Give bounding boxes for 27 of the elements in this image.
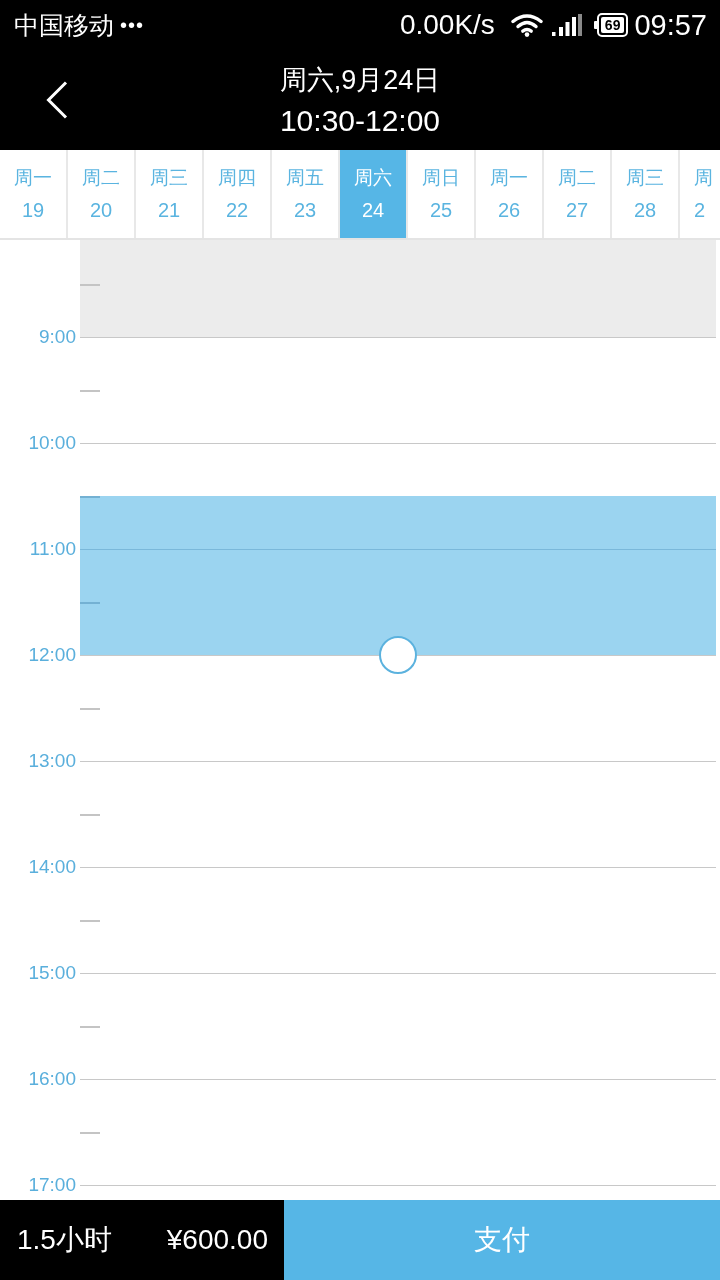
- header-time-range: 10:30-12:00: [279, 103, 441, 139]
- hour-label: 10:00: [28, 432, 76, 454]
- selected-slot[interactable]: [80, 496, 716, 549]
- duration-text: 1.5小时: [17, 1223, 112, 1257]
- signal-icon: [551, 14, 582, 36]
- chevron-left-icon: [46, 81, 68, 119]
- hour-label: 9:00: [39, 326, 76, 348]
- hour-label: 12:00: [28, 644, 76, 666]
- wifi-icon: [510, 13, 543, 37]
- battery-indicator: 69: [593, 13, 629, 37]
- selected-slot[interactable]: [80, 549, 716, 602]
- carrier-name: 中国移动: [14, 10, 114, 40]
- hour-label: 17:00: [28, 1174, 76, 1196]
- selected-slot[interactable]: [80, 602, 716, 655]
- network-speed: 0.00K/s: [399, 9, 495, 41]
- pay-button[interactable]: 支付: [284, 1200, 720, 1280]
- hour-label: 13:00: [28, 750, 76, 772]
- hour-label: 16:00: [28, 1068, 76, 1090]
- clock-time: 09:57: [634, 8, 707, 42]
- hour-label: 15:00: [28, 962, 76, 984]
- hour-label: 11:00: [29, 538, 76, 560]
- hour-label: 14:00: [28, 856, 76, 878]
- notification-dots: •••: [120, 13, 144, 37]
- day-tab[interactable]: 周六 24: [340, 150, 408, 238]
- back-button[interactable]: [46, 81, 68, 119]
- header-date: 周六,9月24日: [279, 64, 441, 97]
- price-text: ¥600.00: [166, 1223, 268, 1257]
